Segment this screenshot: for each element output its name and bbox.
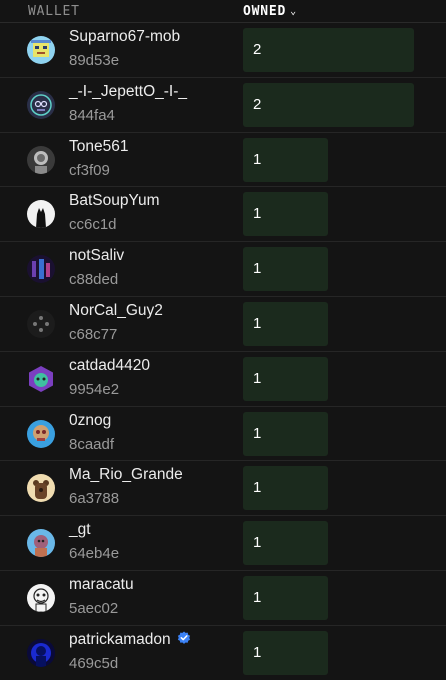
owned-count-bar: 1 [243,137,328,182]
table-row[interactable]: notSaliv c88ded 1 [0,241,446,296]
verified-badge-icon [177,631,191,645]
pixel-face-avatar[interactable] [27,36,55,64]
wallet-name-link[interactable]: Tone561 [69,138,128,156]
table-row[interactable]: maracatu 5aec02 1 [0,569,446,625]
table-row[interactable]: catdad4420 9954e2 1 [0,350,446,406]
wallet-name-link[interactable]: NorCal_Guy2 [69,302,163,320]
blue-skull-avatar[interactable] [27,419,55,448]
owned-count-bar: 1 [243,411,328,456]
owned-count: 1 [253,534,262,552]
owned-count: 1 [253,479,262,497]
owned-count: 1 [253,260,262,278]
owned-count-bar: 1 [243,630,328,675]
table-row[interactable]: patrickamadon 469c5d 1 [0,624,446,680]
robot-avatar[interactable] [27,90,55,119]
wallet-address[interactable]: 469c5d [69,655,118,672]
bear-avatar[interactable] [27,474,55,503]
owned-count: 1 [253,588,262,606]
table-row[interactable]: BatSoupYum cc6c1d 1 [0,186,446,241]
wallet-name: 0znog [69,411,112,429]
wallet-name: Tone561 [69,137,129,155]
owned-count: 1 [253,369,262,387]
wallet-address[interactable]: c88ded [69,271,118,288]
owned-count: 2 [253,95,262,113]
wallet-address[interactable]: 64eb4e [69,545,119,562]
owned-count: 1 [253,150,262,168]
owned-count-bar: 1 [243,575,328,620]
wallet-name: _-I-_JepettO_-I-_ [69,82,188,100]
wallet-column-header: WALLET [28,4,80,19]
wallet-address[interactable]: cf3f09 [69,162,110,179]
wallet-name: maracatu [69,575,134,593]
owned-count-bar: 1 [243,301,328,346]
wallet-name: NorCal_Guy2 [69,301,163,319]
wallet-name-link[interactable]: catdad4420 [69,357,150,375]
wallet-name: _gt [69,521,91,539]
wallet-name: Ma_Rio_Grande [69,466,183,484]
owned-count-bar: 2 [243,82,414,127]
wallet-name-link[interactable]: maracatu [69,576,134,594]
owned-count-bar: 1 [243,356,328,401]
owned-count: 1 [253,424,262,442]
wallet-name-link[interactable]: notSaliv [69,247,124,265]
owned-count: 1 [253,643,262,661]
owned-count-bar: 1 [243,521,328,566]
wallet-name-link[interactable]: Suparno67-mob [69,28,180,46]
wallet-name-link[interactable]: BatSoupYum [69,192,159,210]
hex-cat-avatar[interactable] [27,364,55,393]
sketch-avatar[interactable] [27,583,55,612]
wallet-address[interactable]: 5aec02 [69,600,118,617]
owned-column-label: OWNED [243,4,287,19]
wallet-address[interactable]: 9954e2 [69,381,119,398]
wallet-name: patrickamadon [69,630,171,648]
blue-glow-avatar[interactable] [27,638,55,667]
wallet-name: Suparno67-mob [69,28,181,45]
owned-count-bar: 1 [243,247,328,292]
wallet-name: notSaliv [69,247,125,265]
wallet-address[interactable]: 6a3788 [69,490,119,507]
owned-count: 1 [253,205,262,223]
table-row[interactable]: Tone561 cf3f09 1 [0,131,446,187]
owned-count-bar: 2 [243,28,414,72]
wallet-address[interactable]: 8caadf [69,436,114,453]
owned-count: 1 [253,314,262,332]
table-row[interactable]: Suparno67-mob 89d53e 2 [0,22,446,77]
table-header: WALLET OWNED ⌄ [0,0,446,24]
chevron-down-icon[interactable]: ⌄ [290,6,297,17]
wallet-name: catdad4420 [69,356,151,374]
owners-list: Suparno67-mob 89d53e 2 _-I-_JepettO_-I-_ 844… [0,22,446,680]
ape-avatar[interactable] [27,529,55,558]
wallet-address[interactable]: cc6c1d [69,216,117,233]
dark-figure-avatar[interactable] [27,255,55,284]
owned-count-bar: 1 [243,192,328,237]
table-row[interactable]: NorCal_Guy2 c68c77 1 [0,295,446,351]
black-silhouette-avatar[interactable] [27,200,55,229]
wallet-address[interactable]: 844fa4 [69,107,115,124]
wallet-name-link[interactable]: _-I-_JepettO_-I-_ [69,83,187,101]
owned-count: 2 [253,41,262,58]
table-row[interactable]: _gt 64eb4e 1 [0,515,446,570]
table-row[interactable]: _-I-_JepettO_-I-_ 844fa4 2 [0,76,446,132]
owned-column-header[interactable]: OWNED ⌄ [243,4,297,19]
wallet-address[interactable]: 89d53e [69,52,119,69]
wallet-name-link[interactable]: Ma_Rio_Grande [69,466,183,484]
dark-dots-avatar[interactable] [27,309,55,338]
wallet-name-link[interactable]: patrickamadon [69,631,191,649]
wallet-name: BatSoupYum [69,192,160,210]
table-row[interactable]: 0znog 8caadf 1 [0,405,446,461]
wallet-name-link[interactable]: _gt [69,521,91,539]
wallet-address[interactable]: c68c77 [69,326,117,343]
gray-portrait-avatar[interactable] [27,145,55,174]
wallet-name-link[interactable]: 0znog [69,412,111,430]
owned-count-bar: 1 [243,466,328,511]
table-row[interactable]: Ma_Rio_Grande 6a3788 1 [0,460,446,515]
